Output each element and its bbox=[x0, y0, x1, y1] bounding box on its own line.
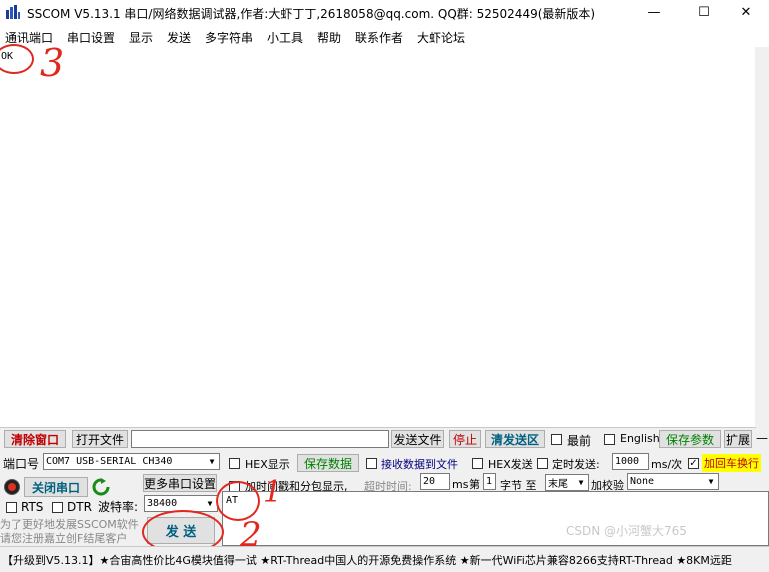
timeout-input[interactable]: 20 bbox=[420, 473, 450, 490]
stop-button[interactable]: 停止 bbox=[449, 430, 481, 448]
promo-line-2: 请您注册嘉立创F结尾客户 bbox=[0, 532, 128, 545]
chevron-down-icon: ▼ bbox=[203, 496, 217, 511]
port-select[interactable]: COM7 USB-SERIAL CH340 ▼ bbox=[43, 453, 220, 470]
hex-send-checkbox[interactable] bbox=[472, 458, 483, 469]
segment-label: 第 bbox=[469, 478, 480, 491]
annotation-number-1: 1 bbox=[263, 475, 283, 510]
dtr-label: DTR bbox=[67, 500, 92, 514]
end-select-value: 末尾 bbox=[548, 479, 568, 490]
hex-display-label: HEX显示 bbox=[245, 458, 290, 471]
baud-select-value: 38400 bbox=[147, 498, 178, 509]
close-port-button[interactable]: 关闭串口 bbox=[24, 477, 88, 497]
close-button[interactable]: ✕ bbox=[723, 0, 769, 25]
checksum-select[interactable]: None ▼ bbox=[627, 473, 719, 490]
add-crlf-checkbox[interactable]: ✓ bbox=[688, 458, 699, 469]
checksum-select-value: None bbox=[630, 476, 655, 487]
end-select[interactable]: 末尾 ▼ bbox=[545, 474, 589, 491]
baud-label: 波特率: bbox=[98, 500, 139, 514]
hex-send-label: HEX发送 bbox=[488, 458, 533, 471]
maximize-button[interactable]: ☐ bbox=[681, 0, 727, 25]
promo-text: 为了更好地发展SSCOM软件 请您注册嘉立创F结尾客户 bbox=[0, 518, 139, 546]
promo-line-1: 为了更好地发展SSCOM软件 bbox=[0, 518, 139, 531]
collapse-glyph[interactable]: — bbox=[756, 431, 768, 445]
port-label: 端口号 bbox=[3, 457, 40, 471]
interval-input[interactable]: 1000 bbox=[612, 453, 649, 470]
status-bar: 【升级到V5.13.1】★合宙高性价比4G模块值得一试 ★RT-Thread中国… bbox=[0, 546, 769, 572]
dtr-checkbox[interactable] bbox=[52, 502, 63, 513]
menu-send[interactable]: 发送 bbox=[167, 29, 191, 46]
window-title: SSCOM V5.13.1 串口/网络数据调试器,作者:大虾丁丁,2618058… bbox=[27, 7, 596, 21]
title-bar: SSCOM V5.13.1 串口/网络数据调试器,作者:大虾丁丁,2618058… bbox=[0, 0, 769, 25]
topmost-label: 最前 bbox=[567, 434, 592, 448]
watermark: CSDN @小河蟹大765 bbox=[566, 524, 687, 538]
menu-display[interactable]: 显示 bbox=[129, 29, 153, 46]
expand-button[interactable]: 扩展 bbox=[724, 430, 752, 448]
app-icon bbox=[6, 5, 20, 19]
status-text: 【升级到V5.13.1】★合宙高性价比4G模块值得一试 ★RT-Thread中国… bbox=[2, 554, 732, 567]
receive-scrollbar[interactable] bbox=[755, 47, 769, 427]
minimize-button[interactable]: — bbox=[631, 0, 677, 25]
open-file-button[interactable]: 打开文件 bbox=[72, 430, 128, 448]
annotation-number-3: 3 bbox=[40, 41, 65, 85]
file-path-input[interactable] bbox=[131, 430, 389, 448]
recv-to-file-checkbox[interactable] bbox=[366, 458, 377, 469]
english-checkbox[interactable] bbox=[604, 434, 615, 445]
interval-unit: ms/次 bbox=[651, 458, 683, 471]
menu-help[interactable]: 帮助 bbox=[317, 29, 341, 46]
menu-tools[interactable]: 小工具 bbox=[267, 29, 303, 46]
send-file-button[interactable]: 发送文件 bbox=[391, 430, 444, 448]
recv-to-file-label: 接收数据到文件 bbox=[381, 458, 458, 471]
timed-send-label: 定时发送: bbox=[552, 458, 600, 471]
menu-contact-author[interactable]: 联系作者 bbox=[355, 29, 403, 46]
save-data-button[interactable]: 保存数据 bbox=[297, 454, 359, 472]
segment-input[interactable]: 1 bbox=[483, 473, 496, 490]
more-ports-button[interactable]: 更多串口设置 bbox=[143, 474, 217, 492]
chevron-down-icon: ▼ bbox=[704, 474, 718, 489]
clear-window-button[interactable]: 清除窗口 bbox=[4, 430, 66, 448]
clear-send-button[interactable]: 清发送区 bbox=[485, 430, 545, 448]
menu-bar: 通讯端口 串口设置 显示 发送 多字符串 小工具 帮助 联系作者 大虾论坛 bbox=[0, 25, 769, 48]
receive-area[interactable]: OK bbox=[0, 47, 756, 428]
topmost-checkbox[interactable] bbox=[551, 434, 562, 445]
menu-serial-settings[interactable]: 串口设置 bbox=[67, 29, 115, 46]
add-crlf-label: 加回车换行 bbox=[702, 454, 761, 472]
chevron-down-icon: ▼ bbox=[574, 475, 588, 490]
rts-label: RTS bbox=[21, 500, 44, 514]
port-select-value: COM7 USB-SERIAL CH340 bbox=[46, 456, 173, 467]
timeout-unit: ms bbox=[452, 478, 469, 491]
menu-forum[interactable]: 大虾论坛 bbox=[417, 29, 465, 46]
timed-send-checkbox[interactable] bbox=[537, 458, 548, 469]
hex-display-checkbox[interactable] bbox=[229, 458, 240, 469]
english-label: English bbox=[620, 432, 660, 445]
refresh-icon[interactable] bbox=[92, 478, 110, 496]
port-status-icon bbox=[4, 479, 20, 495]
save-params-button[interactable]: 保存参数 bbox=[659, 430, 721, 448]
menu-multi-string[interactable]: 多字符串 bbox=[205, 29, 253, 46]
chevron-down-icon: ▼ bbox=[205, 454, 219, 469]
rts-checkbox[interactable] bbox=[6, 502, 17, 513]
